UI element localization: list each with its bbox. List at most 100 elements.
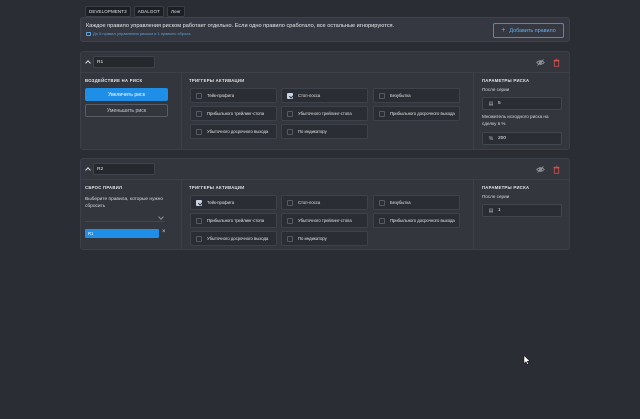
chevron-up-icon[interactable] <box>85 166 91 172</box>
reset-title: СБРОС ПРАВИЛ <box>85 185 123 190</box>
chevron-down-icon[interactable] <box>159 215 163 219</box>
rules-icon <box>86 31 91 36</box>
eye-off-icon[interactable] <box>536 165 545 174</box>
rule-header: R1 <box>81 52 569 73</box>
trigger-loss-early-exit[interactable]: Убыточного досрочного выхода <box>190 231 277 246</box>
selected-rule-chip[interactable]: R1 <box>85 229 159 238</box>
rule-name-input[interactable]: R1 <box>93 56 155 68</box>
trigger-label: По индикатору <box>298 236 327 241</box>
trigger-label: Тейк-профита <box>207 200 235 205</box>
info-banner: Каждое правило управления риском работае… <box>80 17 570 42</box>
rule-name-input[interactable]: R2 <box>93 163 155 175</box>
percent-icon: % <box>488 135 494 142</box>
trigger-stop-loss[interactable]: Стоп-лосса <box>281 88 368 103</box>
column-divider <box>181 73 182 149</box>
increase-risk-button[interactable]: Увеличить риск <box>85 88 168 101</box>
trash-icon[interactable] <box>552 165 561 174</box>
trigger-label: Убыточного досрочного выхода <box>207 236 269 241</box>
checkbox[interactable] <box>379 92 385 99</box>
info-subtext: До 5 правил управления риском и 1 правил… <box>86 31 190 36</box>
checkbox[interactable] <box>287 110 293 117</box>
trigger-breakeven[interactable]: Безубытка <box>373 195 460 210</box>
multiplier-input[interactable]: % 200 <box>482 132 562 145</box>
checkbox[interactable] <box>196 217 202 224</box>
select-underline <box>85 221 165 222</box>
rule-card-r1: R1 ВОЗДЕЙСТВИЕ НА РИСК Увеличить риск Ум… <box>80 51 570 150</box>
trigger-breakeven[interactable]: Безубытка <box>373 88 460 103</box>
trigger-label: Тейк-профита <box>207 93 235 98</box>
decrease-risk-button[interactable]: Уменьшить риск <box>85 104 168 117</box>
after-series-label: После серии <box>482 87 510 92</box>
checkbox[interactable] <box>287 128 293 135</box>
trigger-label: По индикатору <box>298 129 327 134</box>
add-rule-button[interactable]: + Добавить правило <box>493 23 564 38</box>
after-series-input[interactable]: ▤ 5 <box>482 97 562 110</box>
trigger-loss-trailing[interactable]: Убыточного трейлинг-стопа <box>281 213 368 228</box>
trigger-profit-trailing[interactable]: Прибыльного трейлинг-стопа <box>190 106 277 121</box>
checkbox[interactable] <box>379 199 385 206</box>
checkbox-checked[interactable] <box>287 92 293 99</box>
rule-card-r2: R2 СБРОС ПРАВИЛ Выберите правила, которы… <box>80 158 570 250</box>
reset-select-hint: Выберите правила, которые нужно сбросить <box>85 197 164 209</box>
checkbox[interactable] <box>196 92 202 99</box>
add-rule-label: Добавить правило <box>509 27 556 34</box>
checkbox[interactable] <box>379 217 385 224</box>
column-divider <box>473 73 474 149</box>
trigger-label: Безубытка <box>390 200 411 205</box>
clear-selection-icon[interactable]: × <box>162 229 166 235</box>
trigger-profit-early-exit[interactable]: Прибыльного досрочного выхода <box>373 106 460 121</box>
after-series-input[interactable]: ▤ 1 <box>482 204 562 217</box>
checkbox-checked[interactable] <box>196 199 202 206</box>
trigger-stop-loss[interactable]: Стоп-лосса <box>281 195 368 210</box>
multiplier-label: Множитель исходного риска на сделку в % <box>482 114 549 126</box>
triggers-title: ТРИГГЕРЫ АКТИВАЦИИ <box>189 185 245 190</box>
trigger-label: Прибыльного трейлинг-стопа <box>207 111 265 116</box>
eye-off-icon[interactable] <box>536 58 545 67</box>
checkbox[interactable] <box>196 110 202 117</box>
checkbox[interactable] <box>287 217 293 224</box>
triggers-title: ТРИГГЕРЫ АКТИВАЦИИ <box>189 78 245 83</box>
trash-icon[interactable] <box>552 58 561 67</box>
params-title: ПАРАМЕТРЫ РИСКА <box>482 185 530 190</box>
trigger-loss-trailing[interactable]: Убыточного трейлинг-стопа <box>281 106 368 121</box>
tab-development3[interactable]: DEVELOPMENT3 <box>85 6 131 17</box>
top-tabs: DEVELOPMENT3 ADALGOT Лонг <box>85 6 185 17</box>
info-subtext-label: До 5 правил управления риском и 1 правил… <box>93 31 191 36</box>
plus-icon: + <box>501 27 506 34</box>
column-divider <box>473 180 474 249</box>
params-title: ПАРАМЕТРЫ РИСКА <box>482 78 530 83</box>
trigger-profit-trailing[interactable]: Прибыльного трейлинг-стопа <box>190 213 277 228</box>
chevron-up-icon[interactable] <box>85 59 91 65</box>
column-divider <box>181 180 182 249</box>
checkbox[interactable] <box>287 235 293 242</box>
info-text: Каждое правило управления риском работае… <box>86 23 395 29</box>
trigger-label: Прибыльного досрочного выхода <box>390 218 455 223</box>
trigger-label: Убыточного трейлинг-стопа <box>298 111 352 116</box>
trigger-profit-early-exit[interactable]: Прибыльного досрочного выхода <box>373 213 460 228</box>
trigger-label: Прибыльного трейлинг-стопа <box>207 218 265 223</box>
trigger-label: Безубытка <box>390 93 411 98</box>
checkbox[interactable] <box>196 128 202 135</box>
tab-adalgot[interactable]: ADALGOT <box>133 6 164 17</box>
trigger-indicator[interactable]: По индикатору <box>281 231 368 246</box>
database-icon: ▤ <box>488 100 494 107</box>
after-series-value: 5 <box>498 101 501 106</box>
trigger-take-profit[interactable]: Тейк-профита <box>190 88 277 103</box>
trigger-label: Убыточного трейлинг-стопа <box>298 218 352 223</box>
database-icon: ▤ <box>488 207 494 214</box>
checkbox[interactable] <box>196 235 202 242</box>
after-series-label: После серии <box>482 194 510 199</box>
checkbox[interactable] <box>287 199 293 206</box>
trigger-label: Прибыльного досрочного выхода <box>390 111 455 116</box>
rule-header: R2 <box>81 159 569 180</box>
multiplier-value: 200 <box>498 136 507 141</box>
trigger-label: Стоп-лосса <box>298 200 321 205</box>
after-series-value: 1 <box>498 208 501 213</box>
trigger-label: Убыточного досрочного выхода <box>207 129 269 134</box>
tab-long[interactable]: Лонг <box>166 6 185 17</box>
checkbox[interactable] <box>379 110 385 117</box>
trigger-loss-early-exit[interactable]: Убыточного досрочного выхода <box>190 124 277 139</box>
trigger-label: Стоп-лосса <box>298 93 321 98</box>
trigger-take-profit[interactable]: Тейк-профита <box>190 195 277 210</box>
trigger-indicator[interactable]: По индикатору <box>281 124 368 139</box>
